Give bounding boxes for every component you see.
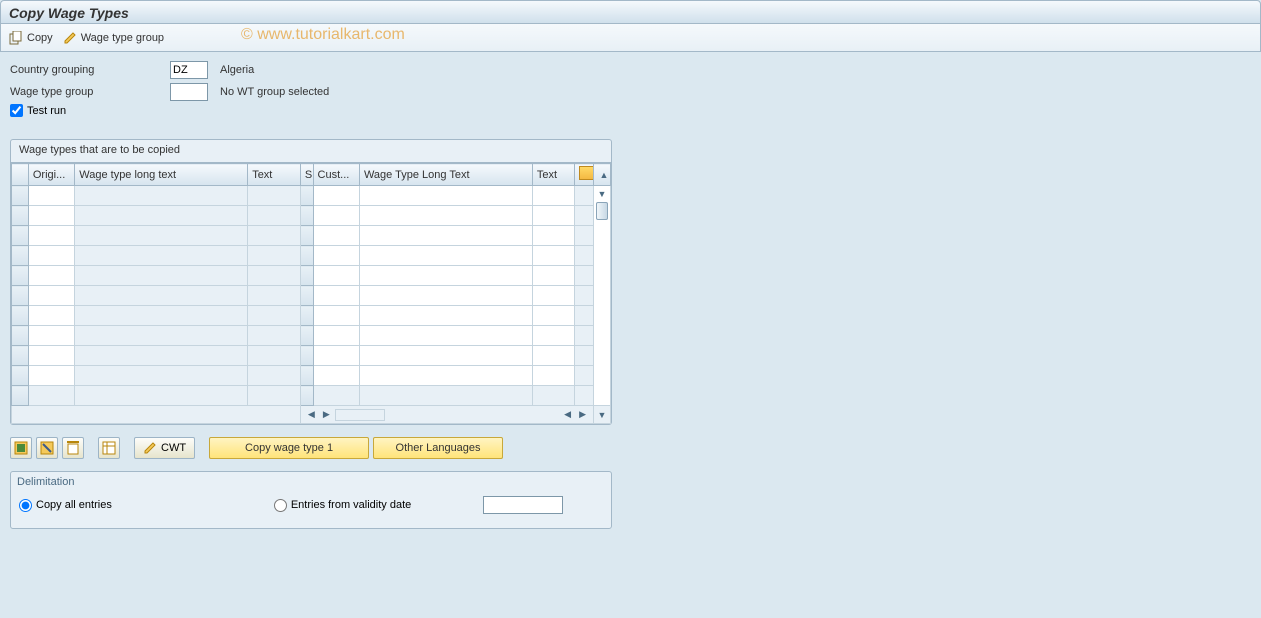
page-title: Copy Wage Types xyxy=(9,5,129,21)
table-row[interactable] xyxy=(12,246,611,266)
wage-type-group-label: Wage type group xyxy=(81,32,164,44)
row-select-header[interactable] xyxy=(12,164,29,186)
table-row[interactable] xyxy=(12,206,611,226)
col-s[interactable]: S xyxy=(300,164,313,186)
col-wage-long-2[interactable]: Wage Type Long Text xyxy=(359,164,532,186)
test-run-row: Test run xyxy=(10,104,1251,117)
entries-from-label: Entries from validity date xyxy=(291,499,411,511)
table-icon xyxy=(102,441,116,455)
deselect-all-icon xyxy=(40,441,54,455)
pencil-icon xyxy=(63,31,77,45)
col-cust[interactable]: Cust... xyxy=(313,164,359,186)
table-row[interactable] xyxy=(12,266,611,286)
test-run-label: Test run xyxy=(27,105,66,117)
scroll-up[interactable]: ▲ xyxy=(594,164,611,186)
other-languages-button[interactable]: Other Languages xyxy=(373,437,503,459)
deselect-all-button[interactable] xyxy=(36,437,58,459)
wage-type-group-desc: No WT group selected xyxy=(220,86,329,98)
select-all-icon xyxy=(14,441,28,455)
col-wage-long-1[interactable]: Wage type long text xyxy=(75,164,248,186)
country-grouping-desc: Algeria xyxy=(220,64,254,76)
vertical-scrollbar[interactable]: ▼ xyxy=(594,186,611,406)
hscroll-right-icon[interactable]: ▶ xyxy=(320,409,333,420)
scroll-down[interactable]: ▼ xyxy=(594,406,611,424)
cwt-button[interactable]: CWT xyxy=(134,437,195,459)
other-languages-label: Other Languages xyxy=(396,442,481,454)
delimitation-group: Delimitation Copy all entries Entries fr… xyxy=(10,471,612,529)
wage-type-group-input[interactable] xyxy=(170,83,208,101)
country-grouping-label: Country grouping xyxy=(10,64,170,76)
table-row[interactable]: ▼ xyxy=(12,186,611,206)
page-title-bar: Copy Wage Types xyxy=(0,0,1261,24)
col-origi[interactable]: Origi... xyxy=(28,164,74,186)
hscroll-left-icon[interactable]: ◀ xyxy=(305,409,318,420)
col-text-2[interactable]: Text xyxy=(532,164,574,186)
col-text-1[interactable]: Text xyxy=(248,164,301,186)
edit-icon xyxy=(143,441,157,455)
hscroll-row: ◀ ▶ ◀ ▶ ▼ xyxy=(12,406,611,424)
select-all-button[interactable] xyxy=(10,437,32,459)
grid-table: Origi... Wage type long text Text S Cust… xyxy=(11,163,611,424)
hscroll-track[interactable] xyxy=(335,409,385,421)
grid-table-wrapper: Origi... Wage type long text Text S Cust… xyxy=(11,162,611,424)
test-run-checkbox[interactable] xyxy=(10,104,23,117)
copy-label: Copy xyxy=(27,32,53,44)
copy-icon xyxy=(9,31,23,45)
content-area: Country grouping Algeria Wage type group… xyxy=(0,52,1261,537)
table-row[interactable] xyxy=(12,326,611,346)
delimitation-title: Delimitation xyxy=(11,472,611,492)
validity-date-input[interactable] xyxy=(483,496,563,514)
hscroll-left2-icon[interactable]: ◀ xyxy=(561,409,574,420)
table-row[interactable] xyxy=(12,226,611,246)
copy-wage-type-1-button[interactable]: Copy wage type 1 xyxy=(209,437,369,459)
col-config[interactable] xyxy=(575,164,594,186)
table-row[interactable] xyxy=(12,286,611,306)
country-grouping-row: Country grouping Algeria xyxy=(10,60,1251,80)
cwt-label: CWT xyxy=(161,442,186,454)
hscroll-right2-icon[interactable]: ▶ xyxy=(576,409,589,420)
grid-group-box: Wage types that are to be copied Origi..… xyxy=(10,139,612,425)
wage-type-group-label: Wage type group xyxy=(10,86,170,98)
table-row[interactable] xyxy=(12,366,611,386)
country-grouping-input[interactable] xyxy=(170,61,208,79)
copy-wage-type-1-label: Copy wage type 1 xyxy=(245,442,333,454)
table-row[interactable] xyxy=(12,346,611,366)
table-settings-button[interactable] xyxy=(98,437,120,459)
watermark: © www.tutorialkart.com xyxy=(241,26,405,44)
copy-all-radio[interactable] xyxy=(19,499,32,512)
wage-type-group-button[interactable]: Wage type group xyxy=(63,31,164,45)
entries-from-option[interactable]: Entries from validity date xyxy=(274,499,411,512)
delete-icon xyxy=(66,441,80,455)
entries-from-radio[interactable] xyxy=(274,499,287,512)
grid-title: Wage types that are to be copied xyxy=(11,140,611,162)
table-row[interactable] xyxy=(12,386,611,406)
copy-all-option[interactable]: Copy all entries xyxy=(19,499,112,512)
config-icon xyxy=(579,166,593,180)
copy-button[interactable]: Copy xyxy=(9,31,53,45)
delete-button[interactable] xyxy=(62,437,84,459)
button-row: CWT Copy wage type 1 Other Languages xyxy=(10,437,1251,459)
copy-all-label: Copy all entries xyxy=(36,499,112,511)
wage-type-group-row: Wage type group No WT group selected xyxy=(10,82,1251,102)
toolbar: Copy Wage type group © www.tutorialkart.… xyxy=(0,24,1261,52)
table-row[interactable] xyxy=(12,306,611,326)
